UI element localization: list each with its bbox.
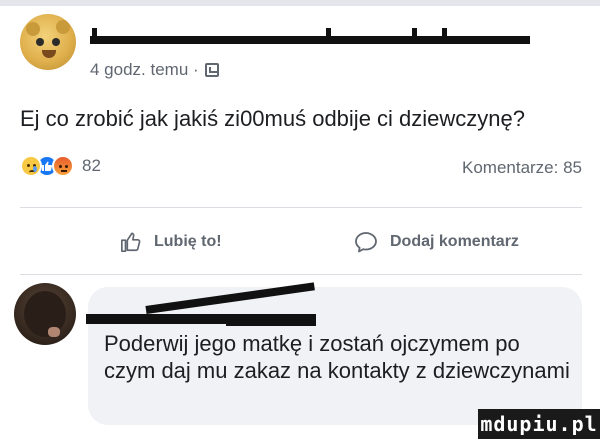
censored-commenter-name xyxy=(86,282,326,332)
commenter-avatar[interactable] xyxy=(14,283,76,345)
reactions-summary[interactable]: 82 xyxy=(20,155,101,177)
avatar-eye-left xyxy=(36,38,44,46)
add-comment-label: Dodaj komentarz xyxy=(390,233,519,250)
comments-count-link[interactable]: Komentarze: 85 xyxy=(462,158,582,178)
site-watermark: mdupiu.pl xyxy=(478,409,600,439)
avatar-mouth xyxy=(42,50,56,58)
censored-author-name xyxy=(90,28,530,44)
speech-bubble-icon xyxy=(355,232,377,253)
avatar-eye-right xyxy=(52,38,60,46)
divider xyxy=(20,274,582,275)
post-author-avatar[interactable] xyxy=(20,14,76,70)
reaction-count: 82 xyxy=(82,156,101,175)
censor-tick xyxy=(412,28,417,42)
add-comment-button[interactable]: Dodaj komentarz xyxy=(354,224,519,260)
censor-bar xyxy=(226,320,316,326)
censor-tick xyxy=(442,28,447,42)
top-divider xyxy=(0,0,600,6)
sad-reaction-icon xyxy=(20,155,42,177)
like-button-label: Lubię to! xyxy=(154,233,222,250)
divider xyxy=(20,207,582,208)
comment-text: Poderwij jego matkę i zostań ojczymem po… xyxy=(104,331,570,383)
angry-reaction-icon xyxy=(52,155,74,177)
avatar-ear-right xyxy=(56,20,70,34)
post-timestamp[interactable]: 4 godz. temu · xyxy=(90,60,199,80)
avatar-ear-left xyxy=(26,22,40,36)
post-meta: 4 godz. temu · xyxy=(90,60,219,80)
facebook-post-screenshot: 4 godz. temu · Ej co zrobić jak jakiś zi… xyxy=(0,0,600,439)
post-text: Ej co zrobić jak jakiś zi00muś odbije ci… xyxy=(20,106,525,131)
thumbs-up-icon xyxy=(121,232,141,252)
censor-tick xyxy=(326,28,331,42)
like-button[interactable]: Lubię to! xyxy=(120,224,222,260)
censor-bar xyxy=(90,36,530,44)
censor-tick xyxy=(92,28,97,42)
photo-icon xyxy=(204,63,219,77)
avatar-mark xyxy=(48,327,60,337)
